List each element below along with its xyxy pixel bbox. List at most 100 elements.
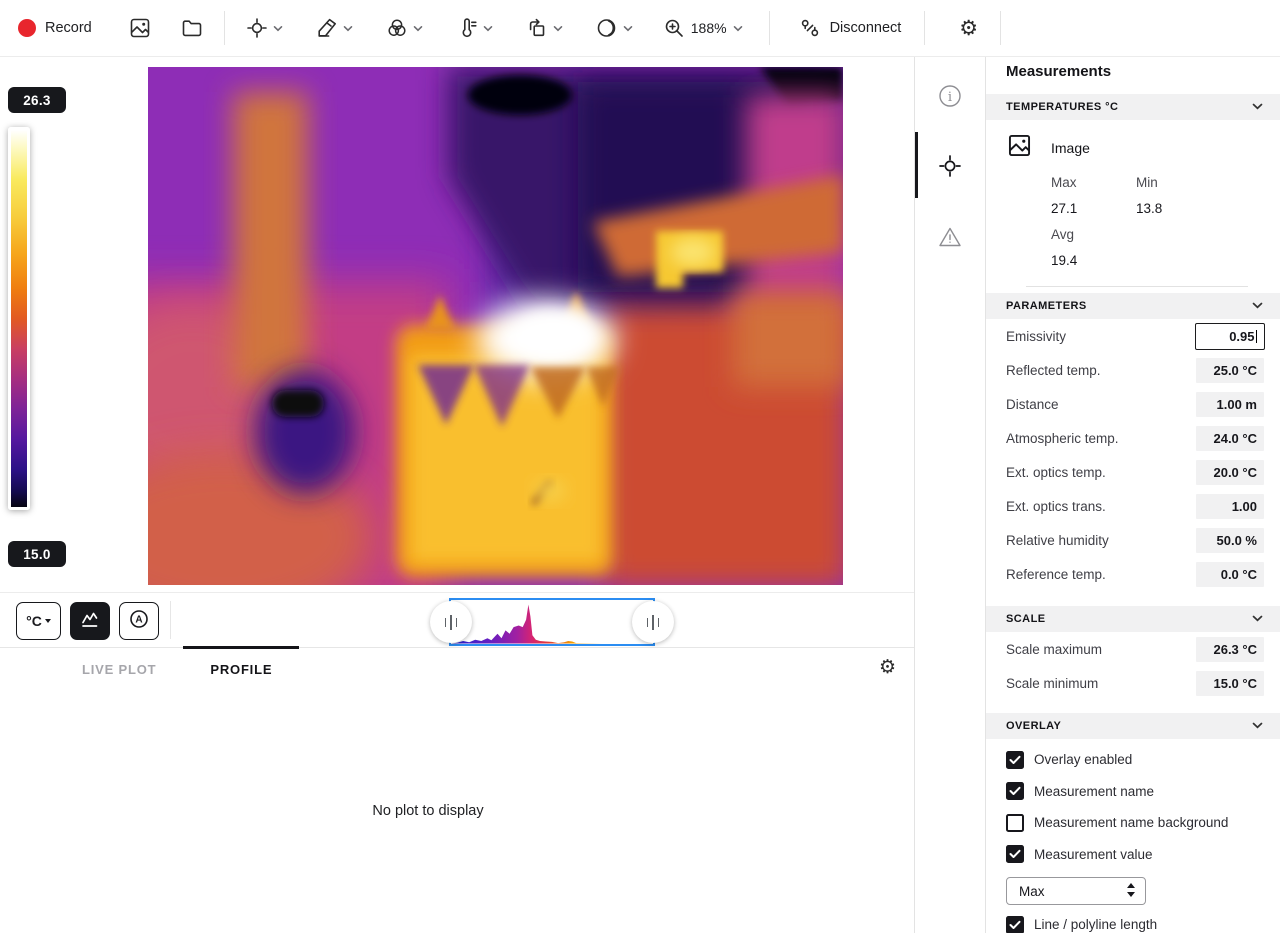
emissivity-input[interactable]: 0.95: [1195, 322, 1265, 350]
snapshot-button[interactable]: [120, 10, 160, 46]
stat-min-label: Min: [1136, 174, 1158, 190]
scale-minimum-input[interactable]: 15.0 °C: [1196, 670, 1264, 696]
spinner-icon: [1126, 882, 1136, 901]
scale-list: Scale maximum 26.3 °C Scale minimum 15.0…: [986, 632, 1280, 713]
top-toolbar: Record 188% Disconnect ⚙: [0, 0, 1280, 57]
parameter-row: Emissivity 0.95: [986, 319, 1280, 353]
parameter-row: Ext. optics temp. 20.0 °C: [986, 455, 1280, 489]
chevron-down-icon: [1252, 720, 1263, 732]
section-header-scale[interactable]: SCALE: [986, 606, 1280, 632]
parameter-row: Ext. optics trans. 1.00: [986, 489, 1280, 523]
section-header-overlay[interactable]: OVERLAY: [986, 713, 1280, 739]
chevron-down-icon: [623, 25, 633, 32]
atmospheric-temp-input[interactable]: 24.0 °C: [1196, 425, 1264, 451]
open-folder-button[interactable]: [172, 10, 212, 46]
palette-dropdown-button[interactable]: [307, 10, 361, 46]
zoom-level-dropdown-button[interactable]: 188%: [655, 11, 751, 45]
stat-max-value: 27.1: [1051, 200, 1078, 216]
zoom-level-value: 188%: [690, 20, 727, 36]
tab-live-plot[interactable]: LIVE PLOT: [55, 648, 183, 690]
chevron-down-icon: [343, 25, 353, 32]
measurement-value-select[interactable]: Max: [1006, 877, 1146, 905]
section-header-parameters[interactable]: PARAMETERS: [986, 293, 1280, 319]
unit-dropdown-button[interactable]: °C: [16, 602, 61, 640]
measurement-name-background-checkbox[interactable]: [1006, 813, 1024, 832]
stat-min-value: 13.8: [1136, 200, 1163, 216]
plot-tab-bar: LIVE PLOT PROFILE ⚙: [0, 646, 914, 690]
measurements-panel-button[interactable]: [937, 153, 963, 179]
scale-max-badge[interactable]: 26.3: [8, 87, 66, 113]
chevron-down-icon: [553, 25, 563, 32]
caret-down-icon: [44, 619, 51, 623]
auto-circle-a-icon: A: [127, 607, 151, 636]
scale-maximum-input[interactable]: 26.3 °C: [1196, 636, 1264, 662]
ext-optics-trans-input[interactable]: 1.00: [1196, 493, 1264, 519]
focus-dropdown-button[interactable]: [237, 10, 291, 46]
rotate-icon: [525, 16, 549, 40]
histogram-range-box[interactable]: [430, 598, 674, 646]
record-button[interactable]: Record: [10, 13, 120, 43]
disconnect-button[interactable]: Disconnect: [790, 10, 910, 46]
chevron-down-icon: [413, 25, 423, 32]
auto-adjust-button[interactable]: A: [119, 602, 159, 640]
relative-humidity-input[interactable]: 50.0 %: [1196, 527, 1264, 553]
disconnect-label: Disconnect: [829, 20, 902, 36]
histogram-icon: [79, 608, 101, 635]
zoom-in-magnifier-icon: [663, 17, 685, 39]
ext-optics-temp-input[interactable]: 20.0 °C: [1196, 459, 1264, 485]
measurements-panel: Measurements TEMPERATURES °C Image Max M…: [985, 57, 1280, 933]
thermometer-icon: [455, 16, 479, 40]
image-stats: Max Min 27.1 13.8 Avg 19.4: [1051, 169, 1264, 273]
temperature-range-dropdown-button[interactable]: [447, 10, 501, 46]
alerts-panel-button[interactable]: [937, 224, 963, 250]
contrast-circle-icon: [595, 16, 619, 40]
section-header-temperatures[interactable]: TEMPERATURES °C: [986, 94, 1280, 120]
distance-input[interactable]: 1.00 m: [1196, 391, 1264, 417]
rotate-dropdown-button[interactable]: [517, 10, 571, 46]
scale-row: Scale maximum 26.3 °C: [986, 632, 1280, 666]
fusion-mode-dropdown-button[interactable]: [377, 10, 431, 46]
svg-text:i: i: [948, 90, 952, 105]
tab-profile[interactable]: PROFILE: [183, 646, 300, 690]
record-icon: [18, 19, 36, 37]
focus-crosshair-icon: [245, 16, 269, 40]
measurement-value-checkbox[interactable]: [1006, 845, 1024, 864]
line-polyline-length-checkbox[interactable]: [1006, 915, 1024, 933]
content-area: 26.3 15.0 °C A LIVE PLOT PROFILE ⚙ No pl…: [0, 57, 1280, 933]
image-icon: [128, 16, 152, 40]
panel-switcher-strip: i: [915, 57, 985, 933]
image-measurement-group: Image Max Min 27.1 13.8 Avg 19.4: [986, 120, 1280, 287]
panel-title: Measurements: [1006, 63, 1112, 80]
parameter-row: Reflected temp. 25.0 °C: [986, 353, 1280, 387]
divider: [1026, 286, 1248, 287]
scale-min-badge[interactable]: 15.0: [8, 541, 66, 567]
overlay-row: Measurement name: [986, 776, 1280, 808]
histogram-left-handle[interactable]: [430, 601, 472, 643]
parameter-row: Atmospheric temp. 24.0 °C: [986, 421, 1280, 455]
chevron-down-icon: [1252, 101, 1263, 113]
chevron-down-icon: [483, 25, 493, 32]
chevron-down-icon: [733, 25, 743, 32]
temperature-colorbar[interactable]: [8, 127, 30, 510]
overlay-enabled-checkbox[interactable]: [1006, 750, 1024, 769]
overlay-row: Line / polyline length: [986, 909, 1280, 933]
settings-button[interactable]: ⚙: [951, 12, 986, 45]
reference-temp-input[interactable]: 0.0 °C: [1196, 561, 1264, 587]
folder-icon: [180, 16, 204, 40]
contrast-dropdown-button[interactable]: [587, 10, 641, 46]
unit-label: °C: [26, 613, 42, 629]
histogram-toggle-button[interactable]: [70, 602, 110, 640]
gear-icon: ⚙: [878, 656, 896, 678]
reflected-temp-input[interactable]: 25.0 °C: [1196, 357, 1264, 383]
plot-settings-button[interactable]: ⚙: [879, 658, 896, 678]
palette-icon: [315, 16, 339, 40]
toolbar-divider: [768, 11, 770, 45]
thermal-image[interactable]: [148, 67, 843, 585]
overlay-row: Measurement value: [986, 839, 1280, 871]
info-panel-button[interactable]: i: [937, 83, 963, 109]
histogram-right-handle[interactable]: [632, 601, 674, 643]
measurement-name-checkbox[interactable]: [1006, 782, 1024, 801]
parameter-row: Distance 1.00 m: [986, 387, 1280, 421]
overlay-list: Overlay enabled Measurement name Measure…: [986, 739, 1280, 933]
stat-max-label: Max: [1051, 174, 1077, 190]
